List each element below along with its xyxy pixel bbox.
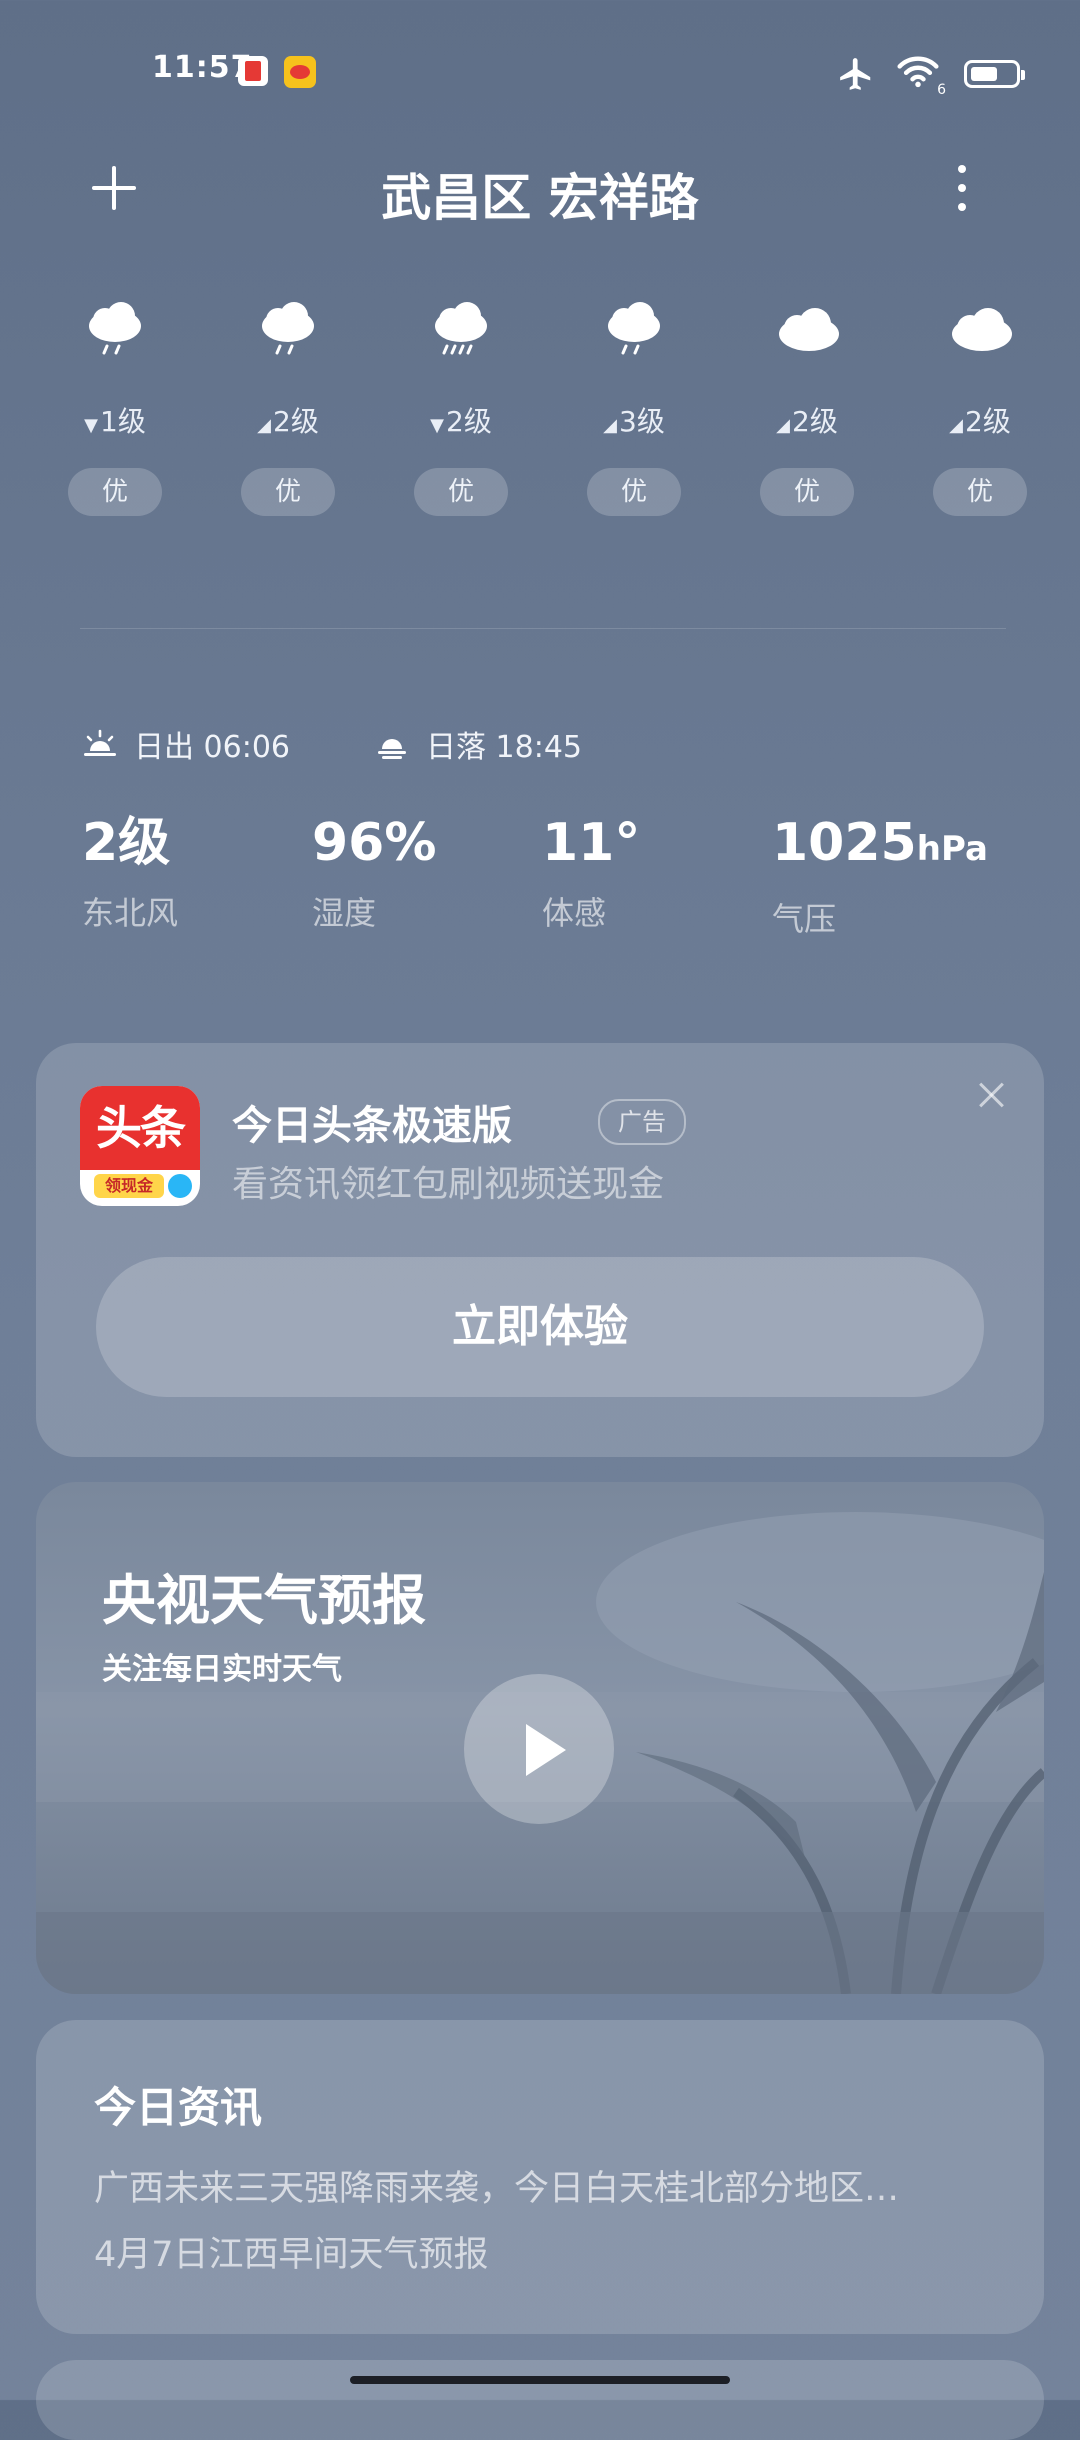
toutiao-app-logo: 头条 领现金 <box>80 1086 200 1206</box>
cloudy-icon <box>767 300 847 360</box>
hourly-item[interactable]: ▼1级 优 <box>55 300 175 516</box>
cloudy-icon <box>940 300 1020 360</box>
light-rain-icon <box>248 300 328 360</box>
hourly-wind: ▼1级 <box>84 405 146 438</box>
more-menu-button[interactable] <box>958 165 966 211</box>
hourly-aqi: 优 <box>760 468 854 516</box>
hourly-item[interactable]: ◢2级 优 <box>920 300 1040 516</box>
hourly-aqi: 优 <box>68 468 162 516</box>
light-rain-icon <box>75 300 155 360</box>
divider <box>80 628 1006 629</box>
sunrise-icon <box>84 729 116 756</box>
location-title: 武昌区 宏祥路 <box>381 169 699 227</box>
pressure-stat: 1025hPa 气压 <box>772 813 988 938</box>
sunset-icon <box>378 739 406 759</box>
ad-card[interactable]: 头条 领现金 今日头条极速版 广告 看资讯领红包刷视频送现金 立即体验 <box>36 1043 1044 1457</box>
ad-badge: 广告 <box>598 1099 686 1145</box>
home-indicator[interactable] <box>350 2376 730 2384</box>
hourly-item[interactable]: ◢2级 优 <box>228 300 348 516</box>
humidity-stat: 96% 湿度 <box>312 813 437 932</box>
airplane-mode-icon <box>840 58 871 90</box>
news-heading: 今日资讯 <box>94 2083 263 2132</box>
news-item[interactable]: 4月7日江西早间天气预报 <box>94 2226 489 2277</box>
news-item[interactable]: 广西未来三天强降雨来袭，今日白天桂北部分地区… <box>94 2160 994 2211</box>
weather-video-card[interactable]: 央视天气预报 关注每日实时天气 <box>36 1482 1044 1994</box>
wifi-label: 6 <box>937 82 946 98</box>
sunset-info: 日落 18:45 <box>374 722 582 766</box>
sunrise-info: 日出 06:06 <box>82 722 290 766</box>
hourly-wind: ◢2级 <box>257 405 319 438</box>
lightning-icon <box>168 1174 192 1198</box>
hourly-aqi: 优 <box>414 468 508 516</box>
feels-like-stat: 11° 体感 <box>542 813 641 932</box>
status-bar: 11:57 6 <box>0 50 1080 100</box>
weibo-icon <box>284 56 316 88</box>
hourly-wind: ◢2级 <box>776 405 838 438</box>
video-subtitle: 关注每日实时天气 <box>102 1652 342 1687</box>
wifi-icon: 6 <box>896 54 946 98</box>
try-now-button[interactable]: 立即体验 <box>96 1257 984 1397</box>
hourly-item[interactable]: ▼2级 优 <box>401 300 521 516</box>
battery-icon <box>964 60 1025 88</box>
hourly-item[interactable]: ◢2级 优 <box>747 300 867 516</box>
red-app-icon <box>238 56 268 86</box>
hourly-item[interactable]: ◢3级 优 <box>574 300 694 516</box>
video-title: 央视天气预报 <box>102 1569 426 1632</box>
ad-app-name: 今日头条极速版 <box>232 1103 512 1149</box>
close-icon[interactable] <box>976 1081 1006 1111</box>
play-button[interactable] <box>464 1674 614 1824</box>
wind-stat: 2级 东北风 <box>82 813 179 932</box>
hourly-wind: ◢2级 <box>949 405 1011 438</box>
hourly-wind: ◢3级 <box>603 405 665 438</box>
hourly-wind: ▼2级 <box>430 405 492 438</box>
hourly-forecast[interactable]: ▼1级 优 ◢2级 优 ▼2级 优 ◢3级 优 ◢2级 优 ◢2级 优 <box>48 300 1032 540</box>
next-card <box>36 2360 1044 2440</box>
system-icons: 6 <box>836 54 1025 98</box>
hourly-aqi: 优 <box>241 468 335 516</box>
ad-description: 看资讯领红包刷视频送现金 <box>232 1164 665 1205</box>
hourly-aqi: 优 <box>933 468 1027 516</box>
light-rain-icon <box>594 300 674 360</box>
news-card[interactable]: 今日资讯 广西未来三天强降雨来袭，今日白天桂北部分地区… 4月7日江西早间天气预… <box>36 2020 1044 2334</box>
hourly-aqi: 优 <box>587 468 681 516</box>
moderate-rain-icon <box>421 300 501 360</box>
